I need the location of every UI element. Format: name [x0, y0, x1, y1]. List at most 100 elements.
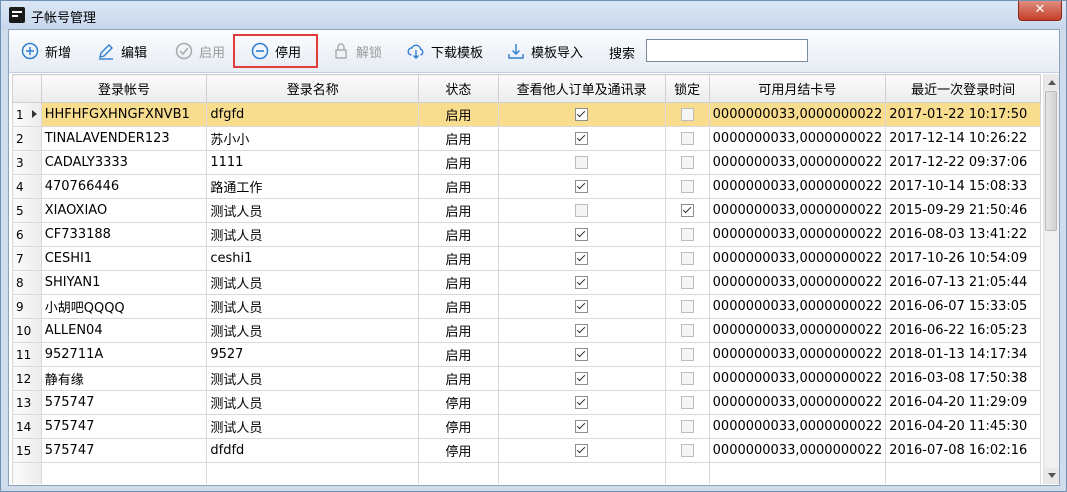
add-button[interactable]: 新增 [21, 41, 71, 61]
client-area: 新增 编辑 启用 停用 解锁 下载模板 模板导入 搜索 登录帐号 登录名称 状态… [8, 29, 1060, 486]
locked-checkbox[interactable] [680, 204, 694, 217]
cell-view-orders [497, 342, 666, 367]
cell-locked [664, 150, 710, 175]
cell-name: 测试人员 [206, 318, 420, 343]
view-orders-checkbox[interactable] [575, 180, 589, 193]
column-header-card[interactable]: 可用月结卡号 [708, 74, 887, 103]
view-orders-checkbox[interactable] [575, 420, 589, 433]
column-header-account[interactable]: 登录帐号 [40, 74, 208, 103]
locked-checkbox[interactable] [680, 108, 694, 121]
cell-account: XIAOXIAO [40, 198, 208, 223]
table-row[interactable]: 14 575747 测试人员 停用 0000000033,0000000022 2016-… [12, 414, 1041, 439]
column-header-last-login[interactable]: 最近一次登录时间 [885, 74, 1041, 103]
column-header-name[interactable]: 登录名称 [206, 74, 420, 103]
locked-checkbox[interactable] [680, 324, 694, 337]
cell-account: CESHI1 [40, 246, 208, 271]
locked-checkbox[interactable] [680, 444, 694, 457]
cell-locked [664, 318, 710, 343]
table-row[interactable]: 12 静有缘 测试人员 启用 0000000033,0000000022 2016-03-… [12, 366, 1041, 391]
empty-cell [885, 462, 1041, 484]
enable-button[interactable]: 启用 [175, 41, 225, 61]
cell-locked [664, 342, 710, 367]
locked-checkbox[interactable] [680, 348, 694, 361]
cell-card: 0000000033,0000000022 [708, 246, 887, 271]
cell-locked [664, 174, 710, 199]
unlock-button[interactable]: 解锁 [332, 41, 382, 61]
cell-account: 952711A [40, 342, 208, 367]
table-row[interactable]: 6 CF733188 测试人员 启用 0000000033,0000000022 2016… [12, 222, 1041, 247]
locked-checkbox[interactable] [680, 300, 694, 313]
cell-card: 0000000033,0000000022 [708, 366, 887, 391]
column-header-locked[interactable]: 锁定 [664, 74, 710, 103]
close-icon: ✕ [1034, 2, 1046, 17]
empty-cell [497, 462, 666, 484]
table-row[interactable]: 1 HHFHFGXHNGFXNVB1 dfgfd 启用 0000000033,00000… [12, 102, 1041, 127]
view-orders-checkbox[interactable] [575, 204, 589, 217]
locked-checkbox[interactable] [680, 276, 694, 289]
locked-checkbox[interactable] [680, 396, 694, 409]
table-row[interactable]: 5 XIAOXIAO 测试人员 启用 0000000033,0000000022 2015… [12, 198, 1041, 223]
view-orders-checkbox[interactable] [575, 228, 589, 241]
table-row[interactable]: 7 CESHI1 ceshi1 启用 0000000033,0000000022 2017… [12, 246, 1041, 271]
scroll-down-icon[interactable] [1044, 468, 1059, 484]
view-orders-checkbox[interactable] [575, 108, 589, 121]
cell-view-orders [497, 246, 666, 271]
row-number: 14 [12, 414, 42, 439]
table-row[interactable]: 10 ALLEN04 测试人员 启用 0000000033,0000000022 2016… [12, 318, 1041, 343]
table-row[interactable]: 8 SHIYAN1 测试人员 启用 0000000033,0000000022 2016-… [12, 270, 1041, 295]
empty-cell [206, 462, 420, 484]
scroll-thumb[interactable] [1045, 91, 1057, 231]
empty-cell [418, 462, 499, 484]
locked-checkbox[interactable] [680, 180, 694, 193]
view-orders-checkbox[interactable] [575, 156, 589, 169]
toolbar: 新增 编辑 启用 停用 解锁 下载模板 模板导入 搜索 [9, 30, 1059, 73]
table-row[interactable]: 2 TINALAVENDER123 苏小小 启用 0000000033,00000000… [12, 126, 1041, 151]
table-row[interactable]: 13 575747 测试人员 停用 0000000033,0000000022 2016-… [12, 390, 1041, 415]
cell-name: 1111 [206, 150, 420, 175]
close-button[interactable]: ✕ [1018, 1, 1062, 21]
column-header-status[interactable]: 状态 [418, 74, 499, 103]
locked-checkbox[interactable] [680, 252, 694, 265]
view-orders-checkbox[interactable] [575, 300, 589, 313]
add-label: 新增 [45, 45, 72, 61]
cell-card: 0000000033,0000000022 [708, 222, 887, 247]
plus-circle-icon [21, 42, 39, 60]
cell-locked [664, 366, 710, 391]
locked-checkbox[interactable] [680, 132, 694, 145]
view-orders-checkbox[interactable] [575, 252, 589, 265]
locked-checkbox[interactable] [680, 228, 694, 241]
view-orders-checkbox[interactable] [575, 396, 589, 409]
table-row[interactable]: 15 575747 dfdfd 停用 0000000033,0000000022 2016… [12, 438, 1041, 463]
cell-last-login: 2017-01-22 10:17:50 [885, 102, 1041, 127]
disable-button[interactable]: 停用 [251, 41, 301, 61]
view-orders-checkbox[interactable] [575, 276, 589, 289]
column-header-view-orders[interactable]: 查看他人订单及通讯录 [497, 74, 666, 103]
table-row[interactable]: 9 小胡吧QQQQ 测试人员 启用 0000000033,0000000022 2016-… [12, 294, 1041, 319]
cell-last-login: 2016-07-08 16:02:16 [885, 438, 1041, 463]
cell-status: 启用 [418, 198, 499, 223]
view-orders-checkbox[interactable] [575, 348, 589, 361]
edit-button[interactable]: 编辑 [97, 41, 147, 61]
view-orders-checkbox[interactable] [575, 372, 589, 385]
cell-last-login: 2016-06-22 16:05:23 [885, 318, 1041, 343]
import-template-button[interactable]: 模板导入 [507, 41, 583, 61]
cell-name: dfgfd [206, 102, 420, 127]
search-input[interactable] [646, 39, 808, 62]
download-template-button[interactable]: 下载模板 [407, 41, 483, 61]
table-row[interactable]: 11 952711A 9527 启用 0000000033,0000000022 2018… [12, 342, 1041, 367]
vertical-scrollbar[interactable] [1043, 74, 1059, 484]
locked-checkbox[interactable] [680, 420, 694, 433]
locked-checkbox[interactable] [680, 156, 694, 169]
cell-name: 测试人员 [206, 366, 420, 391]
cell-locked [664, 102, 710, 127]
cell-name: 测试人员 [206, 198, 420, 223]
locked-checkbox[interactable] [680, 372, 694, 385]
view-orders-checkbox[interactable] [575, 132, 589, 145]
view-orders-checkbox[interactable] [575, 324, 589, 337]
scroll-up-icon[interactable] [1044, 74, 1059, 90]
table-row[interactable]: 3 CADALY3333 1111 启用 0000000033,0000000022 20… [12, 150, 1041, 175]
table-row[interactable]: 4 470766446 路通工作 启用 0000000033,0000000022 201… [12, 174, 1041, 199]
cell-name: 苏小小 [206, 126, 420, 151]
cell-locked [664, 438, 710, 463]
view-orders-checkbox[interactable] [575, 444, 589, 457]
